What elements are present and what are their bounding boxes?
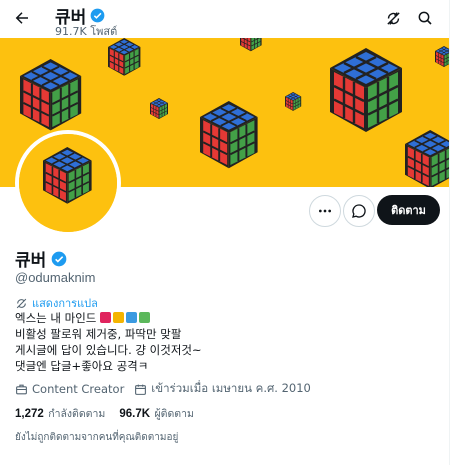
profile-handle: @odumaknim xyxy=(15,270,96,285)
verified-badge-icon xyxy=(90,8,105,23)
message-button[interactable] xyxy=(343,195,375,227)
bio-line-4: 댓글엔 답글+좋아요 공격ㅋ xyxy=(15,359,149,373)
refresh-button[interactable] xyxy=(381,6,405,30)
search-button[interactable] xyxy=(413,6,437,30)
bio-line-1-text: 엑스는 내 마인드 xyxy=(15,311,97,325)
not-followed-note: ยังไม่ถูกติดตามจากคนที่คุณติดตามอยู่ xyxy=(15,432,179,443)
message-icon xyxy=(352,204,366,218)
bio-line-2: 비활성 팔로워 제거중, 파딱만 맞팔 xyxy=(15,327,182,341)
verified-badge-icon[interactable] xyxy=(51,251,67,267)
profile-name-row: 큐버 xyxy=(15,246,67,271)
profile-meta: Content Creator เข้าร่วมเมื่อ เมษายน ค.ศ… xyxy=(15,380,311,398)
arrow-left-icon xyxy=(15,12,28,24)
category: Content Creator xyxy=(15,382,124,396)
profile-name: 큐버 xyxy=(15,251,47,271)
bio-line-3: 게시글에 답이 있습니다. 걍 이것저것~ xyxy=(15,343,202,357)
following-stat[interactable]: 1,272 กำลังติดตาม xyxy=(15,404,105,422)
avatar[interactable] xyxy=(15,130,121,236)
more-button[interactable] xyxy=(309,195,341,227)
red-square-icon xyxy=(100,312,112,323)
followers-count: 96.7K xyxy=(119,408,151,420)
translate-icon xyxy=(16,298,27,308)
column-divider xyxy=(449,0,450,465)
followers-stat[interactable]: 96.7K ผู้ติดตาม xyxy=(119,404,194,422)
briefcase-icon xyxy=(16,384,27,394)
following-count: 1,272 xyxy=(15,408,44,420)
back-button[interactable] xyxy=(10,6,34,30)
green-square-icon xyxy=(139,312,151,323)
followers-label: ผู้ติดตาม xyxy=(154,408,194,420)
more-icon xyxy=(319,209,331,213)
category-label: Content Creator xyxy=(32,382,125,396)
profile-stats: 1,272 กำลังติดตาม 96.7K ผู้ติดตาม xyxy=(15,404,194,422)
yellow-square-icon xyxy=(113,312,125,323)
join-date-label: เข้าร่วมเมื่อ เมษายน ค.ศ. 2010 xyxy=(151,381,311,395)
following-label: กำลังติดตาม xyxy=(48,408,106,420)
search-icon xyxy=(418,11,432,25)
refresh-off-icon xyxy=(386,11,400,25)
follow-button[interactable]: ติดตาม xyxy=(377,195,440,225)
bio-line-1: 엑스는 내 마인드 xyxy=(15,310,435,326)
join-date: เข้าร่วมเมื่อ เมษายน ค.ศ. 2010 xyxy=(134,380,311,398)
profile-bio: 엑스는 내 마인드 비활성 팔로워 제거중, 파딱만 맞팔 게시글에 답이 있습… xyxy=(15,310,435,374)
calendar-icon xyxy=(135,384,147,395)
blue-square-icon xyxy=(126,312,138,323)
rubiks-cube-avatar xyxy=(19,134,117,232)
